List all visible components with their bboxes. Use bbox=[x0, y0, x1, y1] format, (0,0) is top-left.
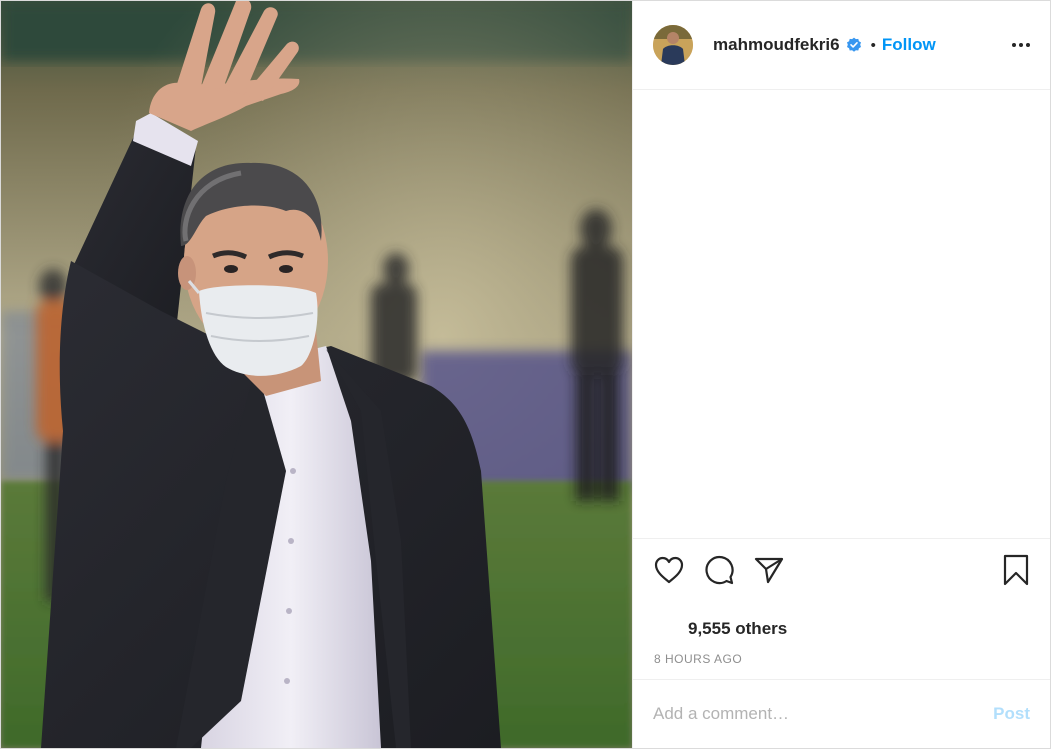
post-timestamp[interactable]: 8 HOURS AGO bbox=[654, 652, 742, 666]
share-button[interactable] bbox=[753, 554, 785, 586]
post-photo[interactable] bbox=[1, 1, 632, 748]
post-photo-illustration bbox=[1, 1, 632, 748]
header-separator: • bbox=[870, 36, 876, 54]
more-dot-icon bbox=[1019, 43, 1023, 47]
bookmark-icon bbox=[1003, 554, 1029, 586]
comments-area[interactable] bbox=[633, 90, 1050, 538]
more-dot-icon bbox=[1012, 43, 1016, 47]
post-comment-button[interactable]: Post bbox=[993, 704, 1030, 724]
instagram-post: mahmoudfekri6 • Follow 9,555 others 8 HO… bbox=[0, 0, 1051, 749]
comment-input[interactable] bbox=[653, 704, 994, 724]
action-bar bbox=[653, 554, 1032, 586]
follow-button[interactable]: Follow bbox=[882, 35, 936, 55]
avatar[interactable] bbox=[653, 25, 693, 65]
post-side-panel: mahmoudfekri6 • Follow 9,555 others 8 HO… bbox=[632, 1, 1050, 748]
post-actions-block: 9,555 others 8 HOURS AGO bbox=[633, 538, 1050, 679]
comment-icon bbox=[705, 556, 734, 585]
more-options-button[interactable] bbox=[1012, 37, 1030, 53]
avatar-image bbox=[653, 25, 693, 65]
comment-button[interactable] bbox=[703, 554, 735, 586]
post-header: mahmoudfekri6 • Follow bbox=[633, 1, 1050, 90]
save-button[interactable] bbox=[1000, 554, 1032, 586]
like-button[interactable] bbox=[653, 554, 685, 586]
comment-form: Post bbox=[633, 679, 1050, 748]
author-username[interactable]: mahmoudfekri6 bbox=[713, 35, 840, 55]
verified-badge-icon bbox=[846, 37, 862, 53]
heart-icon bbox=[654, 556, 684, 584]
more-dot-icon bbox=[1026, 43, 1030, 47]
likes-count[interactable]: 9,555 others bbox=[688, 619, 787, 639]
paper-plane-icon bbox=[754, 557, 784, 584]
